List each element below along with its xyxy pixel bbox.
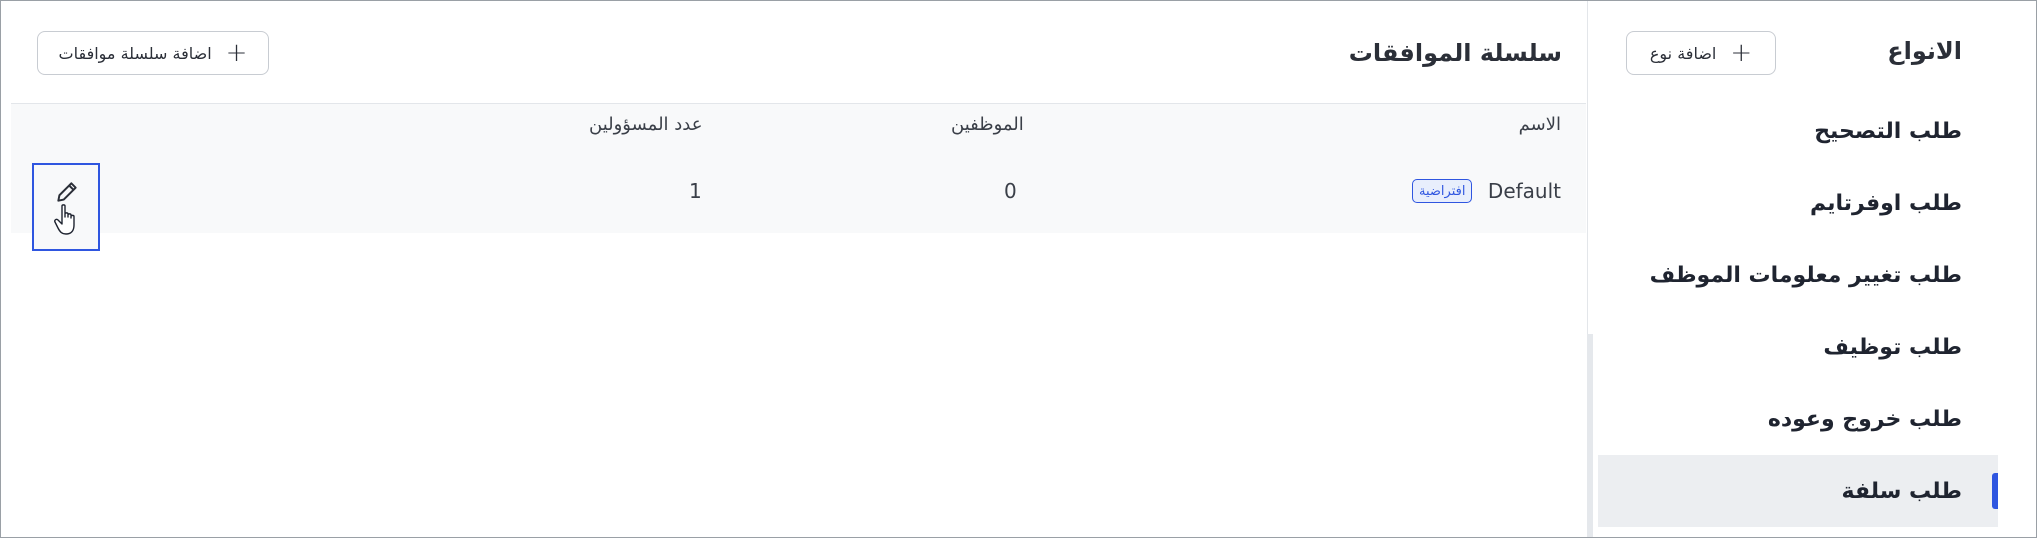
table-empty-area xyxy=(11,233,1586,537)
type-item-hiring[interactable]: طلب توظيف xyxy=(1598,311,1998,383)
table-header: الاسم الموظفين عدد المسؤولين xyxy=(11,104,1586,164)
type-item-label: طلب سلفة xyxy=(1841,478,1962,504)
plus-icon: + xyxy=(1730,38,1753,68)
table-row[interactable]: Default افتراضية 0 1 xyxy=(11,161,1586,233)
hand-pointer-icon xyxy=(54,204,75,235)
row-responsible-count: 1 xyxy=(689,179,702,203)
row-name: Default xyxy=(1487,179,1561,203)
edit-button[interactable] xyxy=(32,163,100,251)
types-panel: الانواع + اضافة نوع طلب التصحيح طلب اوفر… xyxy=(1587,1,1998,537)
column-header-employees: الموظفين xyxy=(951,114,1024,135)
type-item-correction[interactable]: طلب التصحيح xyxy=(1598,95,1998,167)
column-header-responsible-count: عدد المسؤولين xyxy=(589,114,703,135)
active-indicator xyxy=(1992,473,1998,509)
page-title: سلسلة الموافقات xyxy=(1348,39,1562,67)
type-item-label: طلب التصحيح xyxy=(1814,118,1962,144)
scrollbar[interactable] xyxy=(1587,334,1593,537)
type-item-overtime[interactable]: طلب اوفرتايم xyxy=(1598,167,1998,239)
type-item-advance[interactable]: طلب سلفة xyxy=(1598,455,1998,527)
column-header-name: الاسم xyxy=(1518,114,1561,135)
type-item-label: طلب توظيف xyxy=(1823,334,1962,360)
add-approval-chain-button[interactable]: + اضافة سلسلة موافقات xyxy=(37,31,269,75)
type-item-label: طلب اوفرتايم xyxy=(1810,190,1962,216)
add-type-button[interactable]: + اضافة نوع xyxy=(1626,31,1776,75)
main-header: سلسلة الموافقات + اضافة سلسلة موافقات xyxy=(11,1,1586,104)
default-badge: افتراضية xyxy=(1412,179,1473,203)
add-approval-chain-label: اضافة سلسلة موافقات xyxy=(58,43,212,63)
type-item-label: طلب خروج وعوده xyxy=(1767,406,1962,432)
plus-icon: + xyxy=(225,38,248,68)
type-item-label: طلب تغيير معلومات الموظف xyxy=(1649,262,1962,288)
pencil-icon xyxy=(57,182,77,202)
row-employees-count: 0 xyxy=(1004,179,1017,203)
add-type-label: اضافة نوع xyxy=(1649,43,1717,63)
types-title: الانواع xyxy=(1887,37,1962,65)
type-item-exit-reentry[interactable]: طلب خروج وعوده xyxy=(1598,383,1998,455)
app-window: سلسلة الموافقات + اضافة سلسلة موافقات ال… xyxy=(0,0,2037,538)
type-item-employee-info-change[interactable]: طلب تغيير معلومات الموظف xyxy=(1598,239,1998,311)
